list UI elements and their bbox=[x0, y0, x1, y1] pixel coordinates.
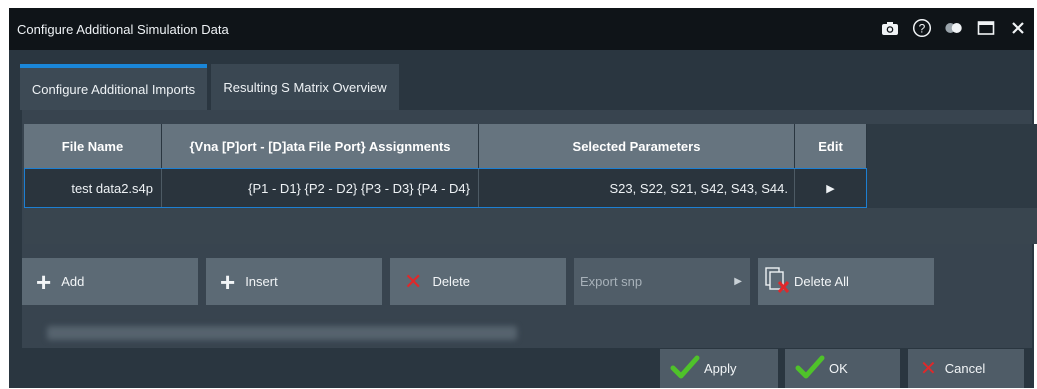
column-header-edit[interactable]: Edit bbox=[795, 124, 867, 168]
x-icon: ✕ bbox=[404, 268, 423, 294]
imports-table: File Name {Vna [P]ort - [D]ata File Port… bbox=[24, 124, 1037, 244]
content-panel: File Name {Vna [P]ort - [D]ata File Port… bbox=[22, 110, 1037, 348]
ok-button[interactable]: OK bbox=[785, 349, 900, 388]
column-header-selected-parameters[interactable]: Selected Parameters bbox=[479, 124, 795, 168]
insert-button-label: Insert bbox=[245, 274, 278, 289]
dialog: Configure Additional Simulation Data ? C… bbox=[9, 8, 1037, 388]
tab-configure-additional-imports[interactable]: Configure Additional Imports bbox=[20, 64, 207, 110]
svg-text:?: ? bbox=[919, 22, 926, 36]
plus-icon: + bbox=[36, 266, 52, 297]
cell-selected-parameters[interactable]: S23, S22, S21, S42, S43, S44. bbox=[479, 169, 795, 207]
export-snp-label: Export snp bbox=[580, 274, 643, 289]
title-bar: Configure Additional Simulation Data ? bbox=[9, 8, 1034, 50]
help-icon[interactable]: ? bbox=[912, 18, 932, 38]
checkmark-icon bbox=[670, 354, 700, 383]
cell-assignments[interactable]: {P1 - D1} {P2 - D2} {P3 - D3} {P4 - D4} bbox=[162, 169, 479, 207]
plus-icon: + bbox=[220, 266, 236, 297]
tab-resulting-s-matrix-overview[interactable]: Resulting S Matrix Overview bbox=[211, 64, 399, 110]
apply-button[interactable]: Apply bbox=[660, 349, 778, 388]
x-icon: ✕ bbox=[920, 358, 937, 380]
apply-label: Apply bbox=[704, 361, 737, 376]
delete-all-button[interactable]: Delete All bbox=[758, 258, 934, 305]
add-button-label: Add bbox=[61, 274, 85, 289]
title-bar-icons: ? bbox=[880, 18, 1028, 38]
insert-button[interactable]: + Insert bbox=[206, 258, 382, 305]
close-icon[interactable] bbox=[1008, 18, 1028, 38]
column-header-file-name[interactable]: File Name bbox=[24, 124, 162, 168]
toggle-icon[interactable] bbox=[944, 18, 964, 38]
window-title: Configure Additional Simulation Data bbox=[17, 22, 229, 37]
delete-all-icon bbox=[764, 266, 790, 297]
camera-icon[interactable] bbox=[880, 18, 900, 38]
export-snp-button[interactable]: Export snp ▶ bbox=[574, 258, 750, 305]
checkmark-icon bbox=[795, 354, 825, 383]
tab-label: Resulting S Matrix Overview bbox=[223, 79, 387, 95]
delete-button-label: Delete bbox=[432, 274, 471, 289]
cell-file-name[interactable]: test data2.s4p bbox=[25, 169, 162, 207]
cancel-button[interactable]: ✕ Cancel bbox=[908, 349, 1024, 388]
tab-label: Configure Additional Imports bbox=[31, 81, 196, 97]
column-header-assignments[interactable]: {Vna [P]ort - [D]ata File Port} Assignme… bbox=[162, 124, 479, 168]
cancel-label: Cancel bbox=[944, 361, 986, 376]
edit-arrow-button[interactable]: ▶ bbox=[795, 169, 866, 207]
table-empty-area bbox=[24, 208, 1037, 244]
ok-label: OK bbox=[829, 361, 848, 376]
file-path-text bbox=[47, 326, 517, 340]
delete-all-label: Delete All bbox=[794, 274, 849, 289]
delete-button[interactable]: ✕ Delete bbox=[390, 258, 566, 305]
chevron-right-icon: ▶ bbox=[734, 276, 742, 287]
maximize-icon[interactable] bbox=[976, 18, 996, 38]
add-button[interactable]: + Add bbox=[22, 258, 198, 305]
table-row[interactable]: test data2.s4p {P1 - D1} {P2 - D2} {P3 -… bbox=[24, 168, 867, 208]
